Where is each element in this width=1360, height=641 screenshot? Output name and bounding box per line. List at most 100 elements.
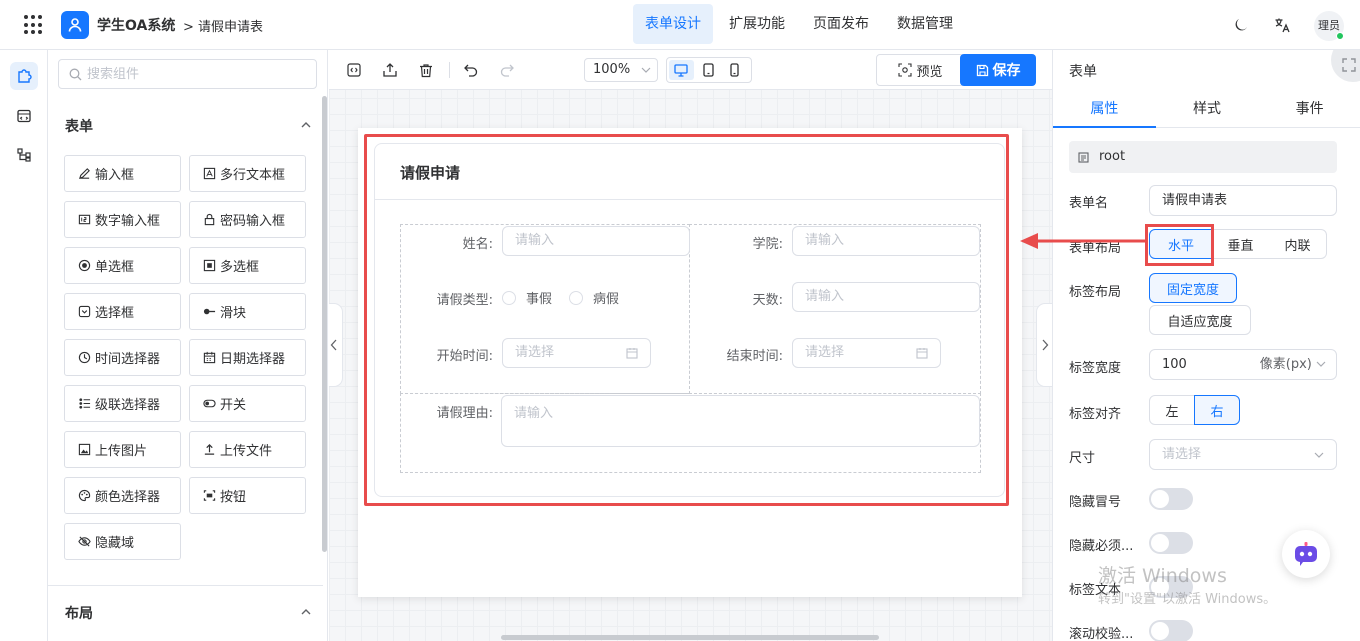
cascader-icon xyxy=(77,397,91,411)
section-layout-header[interactable]: 布局 xyxy=(65,603,93,623)
root-label: root xyxy=(1099,149,1126,164)
component-search[interactable] xyxy=(58,59,317,89)
preview-button[interactable]: 预览 xyxy=(876,54,965,86)
trash-icon[interactable] xyxy=(417,61,435,79)
top-nav-tabs: 表单设计 扩展功能 页面发布 数据管理 xyxy=(633,4,969,44)
rail-code-button[interactable] xyxy=(10,102,38,130)
layout-vertical-option[interactable]: 垂直 xyxy=(1212,229,1270,259)
component-item[interactable]: 按钮 xyxy=(189,477,306,514)
desktop-device-button[interactable] xyxy=(669,60,694,80)
fullscreen-button[interactable] xyxy=(1331,50,1360,82)
component-item[interactable]: 滑块 xyxy=(189,293,306,330)
layout-inline-option[interactable]: 内联 xyxy=(1269,229,1327,259)
component-panel: 表单 输入框 多行文本框数字输入框 密码输入框单选框 多选框选择框 滑块时间选择器 日期选… xyxy=(48,50,328,641)
align-right-option[interactable]: 右 xyxy=(1194,395,1240,425)
hide-colon-toggle[interactable] xyxy=(1149,488,1193,510)
scroll-validate-toggle[interactable] xyxy=(1149,620,1193,641)
label-fixed-width-option[interactable]: 固定宽度 xyxy=(1149,273,1237,303)
rail-components-button[interactable] xyxy=(10,62,38,90)
tab-events[interactable]: 事件 xyxy=(1258,90,1360,127)
component-item[interactable]: 级联选择器 xyxy=(64,385,181,422)
tab-data-management[interactable]: 数据管理 xyxy=(885,4,965,44)
component-item[interactable]: 多选框 xyxy=(189,247,306,284)
layout-highlight-annotation xyxy=(1145,224,1214,266)
mobile-device-button[interactable] xyxy=(722,60,747,80)
monitor-icon xyxy=(674,63,688,77)
hide-required-toggle[interactable] xyxy=(1149,532,1193,554)
preview-icon xyxy=(898,63,913,77)
component-item[interactable]: 多行文本框 xyxy=(189,155,306,192)
component-panel-scrollbar[interactable] xyxy=(322,96,327,552)
export-icon[interactable] xyxy=(381,61,399,79)
app-title: 学生OA系统 xyxy=(97,18,176,34)
canvas-horizontal-scrollbar[interactable] xyxy=(501,635,879,640)
tab-page-publish[interactable]: 页面发布 xyxy=(801,4,881,44)
component-item-label: 隐藏域 xyxy=(95,536,135,551)
label-auto-width-option[interactable]: 自适应宽度 xyxy=(1149,305,1251,335)
expand-icon xyxy=(1342,58,1356,72)
component-item[interactable]: 日期选择器 xyxy=(189,339,306,376)
canvas-toolbar: 100% 预览 保存 xyxy=(329,50,1052,90)
moon-icon[interactable] xyxy=(1232,16,1250,34)
component-item[interactable]: 密码输入框 xyxy=(189,201,306,238)
lock-icon xyxy=(202,213,216,227)
save-icon xyxy=(976,64,988,76)
label-width-input[interactable]: 100 像素(px) xyxy=(1149,349,1337,380)
code-view-icon[interactable] xyxy=(345,61,363,79)
zoom-select[interactable]: 100% xyxy=(584,58,658,82)
chevron-up-icon[interactable] xyxy=(300,119,312,131)
calendar-icon xyxy=(202,351,216,365)
translate-icon[interactable] xyxy=(1273,16,1291,34)
size-label: 尺寸 xyxy=(1069,451,1096,466)
section-form-header[interactable]: 表单 xyxy=(65,116,93,136)
component-item[interactable]: 颜色选择器 xyxy=(64,477,181,514)
component-item-label: 时间选择器 xyxy=(95,352,161,367)
property-tabs: 属性 样式 事件 xyxy=(1053,90,1360,128)
chevron-up-icon[interactable] xyxy=(300,606,312,618)
redo-icon[interactable] xyxy=(498,61,516,79)
search-icon xyxy=(69,68,82,81)
robot-icon xyxy=(1295,542,1317,566)
tablet-device-button[interactable] xyxy=(696,60,721,80)
collapse-right-handle[interactable] xyxy=(1036,303,1052,387)
component-item[interactable]: 上传文件 xyxy=(189,431,306,468)
tab-style[interactable]: 样式 xyxy=(1156,90,1259,127)
undo-icon[interactable] xyxy=(462,61,480,79)
property-panel-title: 表单 xyxy=(1069,64,1097,80)
size-placeholder: 请选择 xyxy=(1162,447,1202,462)
breadcrumb[interactable]: > 请假申请表 xyxy=(183,16,263,35)
component-item-label: 输入框 xyxy=(95,168,135,183)
rail-tree-button[interactable] xyxy=(10,141,38,169)
collapse-left-handle[interactable] xyxy=(329,303,343,387)
unit-text: 像素(px) xyxy=(1259,357,1312,372)
edit-icon xyxy=(77,167,91,181)
component-item-label: 上传文件 xyxy=(220,444,273,459)
search-input[interactable] xyxy=(87,64,307,84)
app-logo xyxy=(61,11,89,39)
form-highlight-annotation xyxy=(364,134,1009,506)
label-width-unit-select[interactable]: 像素(px) xyxy=(1260,350,1326,379)
component-item[interactable]: 选择框 xyxy=(64,293,181,330)
component-item[interactable]: 单选框 xyxy=(64,247,181,284)
component-root-node[interactable]: root xyxy=(1069,141,1337,173)
form-name-input[interactable]: 请假申请表 xyxy=(1149,185,1337,216)
textarea-icon xyxy=(202,167,216,181)
app-grid-icon[interactable] xyxy=(24,15,44,35)
assistant-bot-button[interactable] xyxy=(1282,530,1330,578)
clock-icon xyxy=(77,351,91,365)
tab-form-design[interactable]: 表单设计 xyxy=(633,4,713,44)
component-item[interactable]: 上传图片 xyxy=(64,431,181,468)
size-select[interactable]: 请选择 xyxy=(1149,439,1337,470)
align-left-option[interactable]: 左 xyxy=(1149,395,1195,425)
tab-attributes[interactable]: 属性 xyxy=(1053,90,1156,128)
label-layout-label: 标签布局 xyxy=(1069,285,1122,300)
section-divider xyxy=(48,585,323,586)
component-item[interactable]: 时间选择器 xyxy=(64,339,181,376)
component-item[interactable]: 开关 xyxy=(189,385,306,422)
tab-extensions[interactable]: 扩展功能 xyxy=(717,4,797,44)
design-canvas: 100% 预览 保存 请假申请 姓名: 请输入 学院: 请输入 请假类型: 事假… xyxy=(329,50,1052,641)
save-button[interactable]: 保存 xyxy=(960,54,1036,86)
component-item[interactable]: 隐藏域 xyxy=(64,523,181,560)
component-item[interactable]: 数字输入框 xyxy=(64,201,181,238)
component-item[interactable]: 输入框 xyxy=(64,155,181,192)
